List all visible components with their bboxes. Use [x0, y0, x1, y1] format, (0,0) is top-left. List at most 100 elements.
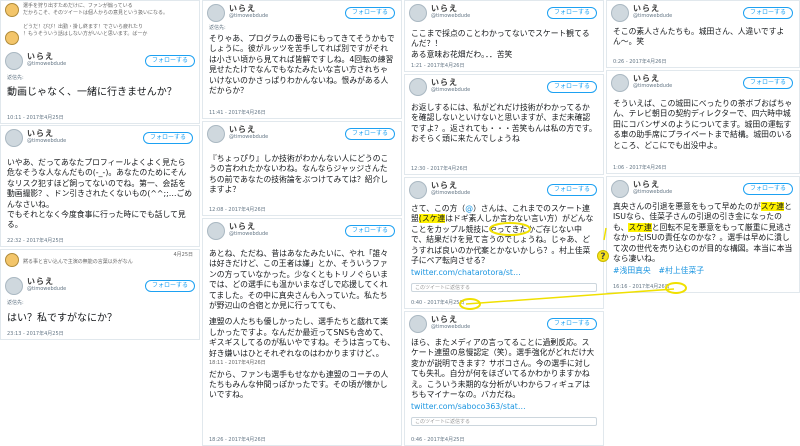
- tweet-text: そういえば、この城田にべったりの茶ボブおばちゃん、テレビ朝日の契約ディレクターで…: [613, 99, 793, 150]
- tweet-timestamp[interactable]: 12:30 - 2017年4月26日: [411, 165, 468, 172]
- tweet-text: お返しするには、私がどれだけ技術がわかってるかを確認しないといけないと思いますが…: [411, 103, 597, 144]
- reply-input[interactable]: このツイートに返信する: [411, 416, 597, 426]
- tweet-card-11: いらえ @timowebdude フォローする そこの素人さんたちも。城田さん、…: [606, 0, 800, 68]
- profile-handle[interactable]: @timowebdude: [633, 83, 672, 89]
- tweet-timestamp[interactable]: 0:46 - 2017年4月25日: [411, 436, 464, 443]
- tweet-timestamp[interactable]: 0:40 - 2017年4月25日: [411, 299, 464, 306]
- follow-button[interactable]: フォローする: [344, 225, 395, 237]
- tweet-card-1: 選手を狩り出すためだけに、ファンが煽っている だからこそ、そのツイートは個人から…: [0, 0, 200, 124]
- follow-button[interactable]: フォローする: [144, 55, 195, 67]
- tweet-header: いらえ @timowebdude フォローする: [607, 177, 799, 201]
- tweet-header: いらえ @timowebdude フォローする: [1, 49, 199, 73]
- profile-handle[interactable]: @timowebdude: [27, 286, 66, 292]
- follow-button[interactable]: フォローする: [546, 81, 597, 93]
- user-avatar[interactable]: [5, 253, 19, 267]
- follow-button[interactable]: フォローする: [546, 318, 597, 330]
- profile-handle[interactable]: @timowebdude: [431, 190, 470, 196]
- profile-logo[interactable]: [5, 277, 23, 295]
- tweet-text: はい？私ですがなにか？: [7, 313, 117, 324]
- follow-button[interactable]: フォローする: [144, 280, 195, 292]
- profile-handle[interactable]: @timowebdude: [229, 13, 268, 19]
- follow-button[interactable]: フォローする: [142, 132, 193, 144]
- preview-line: だからこそ、そのツイートは個人からの意見という扱いになる。: [23, 9, 169, 16]
- tweet-timestamp[interactable]: 0:26 - 2017年4月26日: [613, 58, 666, 65]
- text-segment: ）さんは、これまでの: [472, 204, 551, 213]
- tweet-timestamp[interactable]: 11:41 - 2017年4月26日: [209, 109, 266, 116]
- tweet-text: ここまで採点のことわかってないでスケート観てるんだ？！ ある意味お花畑だわ。．．…: [411, 29, 590, 59]
- tweet-timestamp[interactable]: 16:16 - 2017年4月26日: [613, 283, 670, 290]
- reply-to-label: 返信先:: [7, 75, 24, 81]
- follow-button[interactable]: フォローする: [742, 7, 793, 19]
- profile-logo[interactable]: [409, 181, 427, 199]
- tweet-header: いらえ @timowebdude フォローする: [405, 1, 603, 25]
- profile-handle[interactable]: @timowebdude: [229, 231, 268, 237]
- profile-handle[interactable]: @timowebdude: [27, 61, 66, 67]
- tweet-timestamp[interactable]: 1:06 - 2017年4月26日: [613, 164, 666, 171]
- profile-handle[interactable]: @timowebdude: [633, 189, 672, 195]
- follow-button[interactable]: フォローする: [742, 183, 793, 195]
- user-avatar[interactable]: [5, 3, 19, 17]
- preview-line: ！もうそういう話はしない方がいいと思います。ばーか: [23, 30, 148, 37]
- tweet-header: いらえ @timowebdude フォローする: [405, 75, 603, 99]
- mention-link[interactable]: @: [465, 204, 473, 213]
- tweet-card-9: いらえ @timowebdude フォローする さて、この方（@）さんは、これま…: [404, 177, 604, 309]
- tweet-text: あとね、ただね、昔はあなたみたいに、やれ「誰々は好きだけど、この王者は嫌」とか、…: [209, 249, 389, 311]
- profile-handle[interactable]: @timowebdude: [431, 87, 470, 93]
- tweet-card-3: 4月25日 黙る事と言い込んで主演の無能の言葉以外がなん いらえ @timowe…: [0, 249, 200, 340]
- profile-logo[interactable]: [611, 74, 629, 92]
- tweet-text: 『ちょっぴり』しか技術がわかんない人にどうのこうの言われたかないわね。なんならジ…: [209, 154, 389, 195]
- profile-logo[interactable]: [611, 180, 629, 198]
- text-segment: さて、この方（: [411, 204, 466, 213]
- profile-logo[interactable]: [5, 129, 23, 147]
- profile-logo[interactable]: [409, 78, 427, 96]
- profile-logo[interactable]: [207, 125, 225, 143]
- tweet-timestamp[interactable]: 23:13 - 2017年4月25日: [7, 330, 64, 337]
- tweet-timestamp[interactable]: 18:26 - 2017年4月26日: [209, 436, 266, 443]
- profile-handle[interactable]: @timowebdude: [431, 13, 470, 19]
- profile-logo[interactable]: [409, 315, 427, 333]
- tweet-text: ほら、またメディアの言ってることに過剰反応。スケート連盟の怠慢認定（笑）。選手強…: [411, 338, 595, 400]
- follow-button[interactable]: フォローする: [546, 7, 597, 19]
- tweet-card-12: いらえ @timowebdude フォローする そういえば、この城田にべったりの…: [606, 70, 800, 174]
- profile-handle[interactable]: @timowebdude: [633, 13, 672, 19]
- tweet-timestamp[interactable]: 22:32 - 2017年4月25日: [7, 237, 64, 244]
- tweet-header: いらえ @timowebdude フォローする: [405, 178, 603, 202]
- tweet-card-8: いらえ @timowebdude フォローする お返しするには、私がどれだけ技術…: [404, 74, 604, 175]
- tweet-text: 連盟の人たちも優しかったし、選手たちと戯れて楽しかったですよ。なんだか最近ってS…: [209, 317, 395, 358]
- user-avatar[interactable]: [5, 31, 19, 45]
- profile-logo[interactable]: [207, 222, 225, 240]
- tweet-preview-text: どうだ！びび！出勤・掛し終ます！でさいら疲れたり ！もうそういう話はしない方がい…: [1, 22, 199, 39]
- tweet-preview-text: 4月25日 黙る事と言い込んで主演の無能の言葉以外がなん: [1, 250, 199, 267]
- tweet-text: だから、ファンも選手もせなかも連盟のコーチの人たちもみんな仲間っぽかったです。そ…: [209, 369, 389, 400]
- tweet-timestamp[interactable]: 10:11 - 2017年4月25日: [7, 114, 64, 121]
- profile-logo[interactable]: [207, 4, 225, 22]
- tweet-card-7: いらえ @timowebdude フォローする ここまで採点のことわかってないで…: [404, 0, 604, 72]
- profile-logo[interactable]: [5, 52, 23, 70]
- profile-handle[interactable]: @timowebdude: [229, 134, 268, 140]
- tweet-text: そりゃあ、プログラムの番号にもってきてそうかもでしょうに。彼がルッツを苦手してれ…: [209, 34, 395, 96]
- tweet-header: いらえ @timowebdude フォローする: [405, 312, 603, 336]
- tweet-card-13: いらえ @timowebdude フォローする 真央さんの引退を悪意をもって早め…: [606, 176, 800, 293]
- profile-logo[interactable]: [611, 4, 629, 22]
- follow-button[interactable]: フォローする: [742, 77, 793, 89]
- profile-handle[interactable]: @timowebdude: [27, 138, 66, 144]
- profile-handle[interactable]: @timowebdude: [431, 324, 470, 330]
- tweet-card-4: いらえ @timowebdude フォローする 返信先: そりゃあ、プログラムの…: [202, 0, 402, 119]
- tweet-link[interactable]: twitter.com/saboco363/stat…: [405, 400, 603, 412]
- profile-logo[interactable]: [409, 4, 427, 22]
- tweet-card-2: いらえ @timowebdude フォローする いやあ、だってあなたプロフィール…: [0, 125, 200, 247]
- hashtag-links[interactable]: #浅田真央 #村上佳菜子: [607, 264, 799, 276]
- follow-button[interactable]: フォローする: [344, 128, 395, 140]
- tweet-timestamp[interactable]: 18:11 - 2017年4月26日: [203, 359, 401, 369]
- tweet-header: いらえ @timowebdude フォローする: [607, 1, 799, 25]
- reply-input[interactable]: このツイートに返信する: [411, 282, 597, 292]
- tweet-link[interactable]: twitter.com/chatarotora/st…: [405, 266, 603, 278]
- text-segment: 真央さんの引退を悪意をもって早めたのが: [613, 202, 761, 211]
- tweet-card-6: いらえ @timowebdude フォローする あとね、ただね、昔はあなたみたい…: [202, 218, 402, 446]
- follow-button[interactable]: フォローする: [344, 7, 395, 19]
- preview-line: 黙る事と言い込んで主演の無能の言葉以外がなん: [23, 258, 133, 265]
- tweet-timestamp[interactable]: 1:21 - 2017年4月26日: [411, 62, 464, 69]
- follow-button[interactable]: フォローする: [546, 184, 597, 196]
- tweet-timestamp[interactable]: 12:08 - 2017年4月26日: [209, 206, 266, 213]
- tweet-header: いらえ @timowebdude フォローする: [1, 126, 199, 150]
